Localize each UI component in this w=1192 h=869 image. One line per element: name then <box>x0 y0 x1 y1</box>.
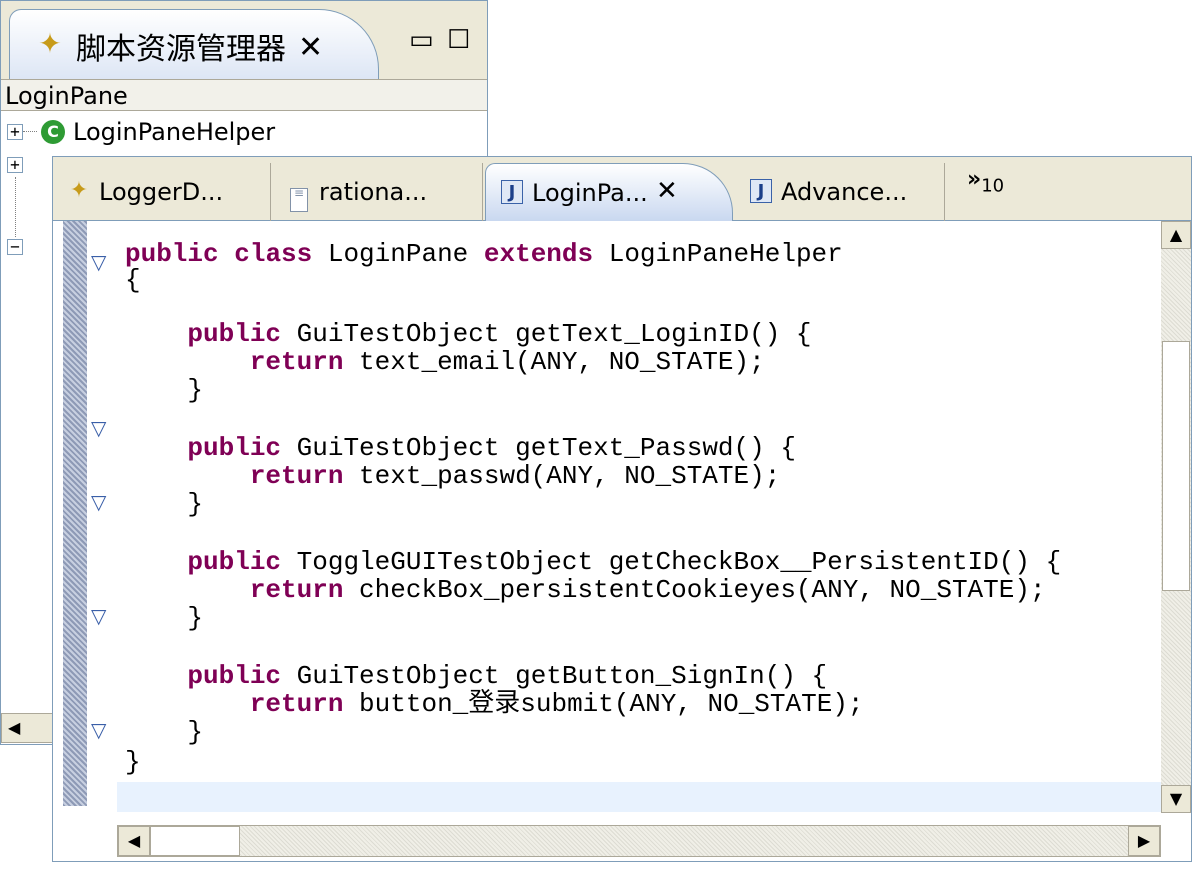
tab-label: rationa... <box>319 178 428 206</box>
vertical-scrollbar[interactable]: ▲ ▼ <box>1161 221 1191 813</box>
code-line: return text_passwd(ANY, NO_STATE); <box>249 461 781 491</box>
collapse-toggle-icon[interactable]: − <box>7 239 23 255</box>
folding-ruler: ▽ ▽ ▽ ▽ <box>87 221 117 806</box>
expand-toggle-icon[interactable]: + <box>7 157 23 173</box>
tab-loggerd[interactable]: ✦ LoggerD... <box>53 163 271 221</box>
code-line: return button_登录submit(ANY, NO_STATE); <box>249 689 864 719</box>
overview-ruler <box>63 221 87 806</box>
tree-item-label: LoginPaneHelper <box>73 118 276 146</box>
code-line: } <box>125 747 141 777</box>
code-line: { <box>125 265 141 295</box>
tab-rationa[interactable]: ≡ rationa... <box>273 163 483 221</box>
code-line: return text_email(ANY, NO_STATE); <box>249 347 765 377</box>
code-text-area[interactable]: public class LoginPane extends LoginPane… <box>125 239 1155 809</box>
scroll-down-icon[interactable]: ▼ <box>1161 785 1191 813</box>
code-line: } <box>125 603 204 633</box>
tab-label: LoginPa... <box>532 179 648 207</box>
tab-advance[interactable]: J Advance... <box>735 163 945 221</box>
breadcrumb-label: LoginPane <box>5 82 128 110</box>
tree-item-loginpanehelper[interactable]: + C LoginPaneHelper <box>7 115 407 149</box>
close-icon[interactable]: ✕ <box>298 30 323 66</box>
code-line: public class LoginPane extends LoginPane… <box>125 239 843 269</box>
scroll-right-icon[interactable]: ▶ <box>1128 826 1160 856</box>
more-tabs-button[interactable]: »10 <box>967 167 1004 196</box>
java-file-icon: J <box>747 177 775 205</box>
tab-label: LoggerD... <box>99 178 224 206</box>
java-file-icon: J <box>498 178 526 206</box>
scroll-left-icon[interactable]: ◀ <box>8 718 20 737</box>
fold-toggle-icon[interactable]: ▽ <box>91 491 106 513</box>
explorer-title-bar: ✦ 脚本资源管理器 ✕ ▭ ☐ <box>1 1 487 79</box>
tab-label: Advance... <box>781 178 908 206</box>
script-explorer-icon: ✦ <box>38 27 62 60</box>
minimize-icon[interactable]: ▭ <box>409 25 434 55</box>
tree-item-expanded[interactable]: − <box>7 237 47 271</box>
tab-loginpane-active[interactable]: J LoginPa... ✕ <box>485 163 733 221</box>
hidden-tab-count: 10 <box>981 175 1005 197</box>
code-line: } <box>125 489 204 519</box>
scrollbar-thumb[interactable] <box>150 826 240 856</box>
scrollbar-thumb[interactable] <box>1162 341 1190 591</box>
close-icon[interactable]: ✕ <box>656 176 678 206</box>
code-line: return checkBox_persistentCookieyes(ANY,… <box>249 575 1046 605</box>
code-line: public ToggleGUITestObject getCheckBox__… <box>187 547 1062 577</box>
explorer-tab-title: 脚本资源管理器 <box>76 32 286 67</box>
expand-toggle-icon[interactable]: + <box>7 124 23 140</box>
fold-toggle-icon[interactable]: ▽ <box>91 605 106 627</box>
breadcrumb: LoginPane <box>1 79 487 111</box>
scroll-up-icon[interactable]: ▲ <box>1161 221 1191 249</box>
fold-toggle-icon[interactable]: ▽ <box>91 251 106 273</box>
editor-tab-bar: ✦ LoggerD... ≡ rationa... J LoginPa... ✕… <box>53 157 1191 221</box>
code-line: } <box>125 717 204 747</box>
maximize-icon[interactable]: ☐ <box>447 25 470 55</box>
tree-item-collapsed[interactable]: + <box>7 149 47 183</box>
scroll-left-icon[interactable]: ◀ <box>118 826 150 856</box>
java-editor-panel: ✦ LoggerD... ≡ rationa... J LoginPa... ✕… <box>52 156 1192 862</box>
tree-connector <box>23 131 37 132</box>
explorer-view-tab[interactable]: ✦ 脚本资源管理器 ✕ <box>9 9 379 79</box>
code-line: public GuiTestObject getButton_SignIn() … <box>187 661 828 691</box>
code-line: public GuiTestObject getText_LoginID() { <box>187 319 812 349</box>
logger-script-icon: ✦ <box>69 178 89 203</box>
fold-toggle-icon[interactable]: ▽ <box>91 719 106 741</box>
code-line: public GuiTestObject getText_Passwd() { <box>187 433 796 463</box>
tree-connector <box>15 177 16 237</box>
horizontal-scrollbar[interactable]: ◀ ▶ <box>117 825 1161 857</box>
explorer-hscroll[interactable]: ◀ <box>1 713 53 743</box>
chevron-double-right-icon: » <box>967 167 982 192</box>
fold-toggle-icon[interactable]: ▽ <box>91 417 106 439</box>
code-line: } <box>125 375 204 405</box>
text-document-icon: ≡ <box>285 177 313 212</box>
class-icon: C <box>41 120 65 144</box>
